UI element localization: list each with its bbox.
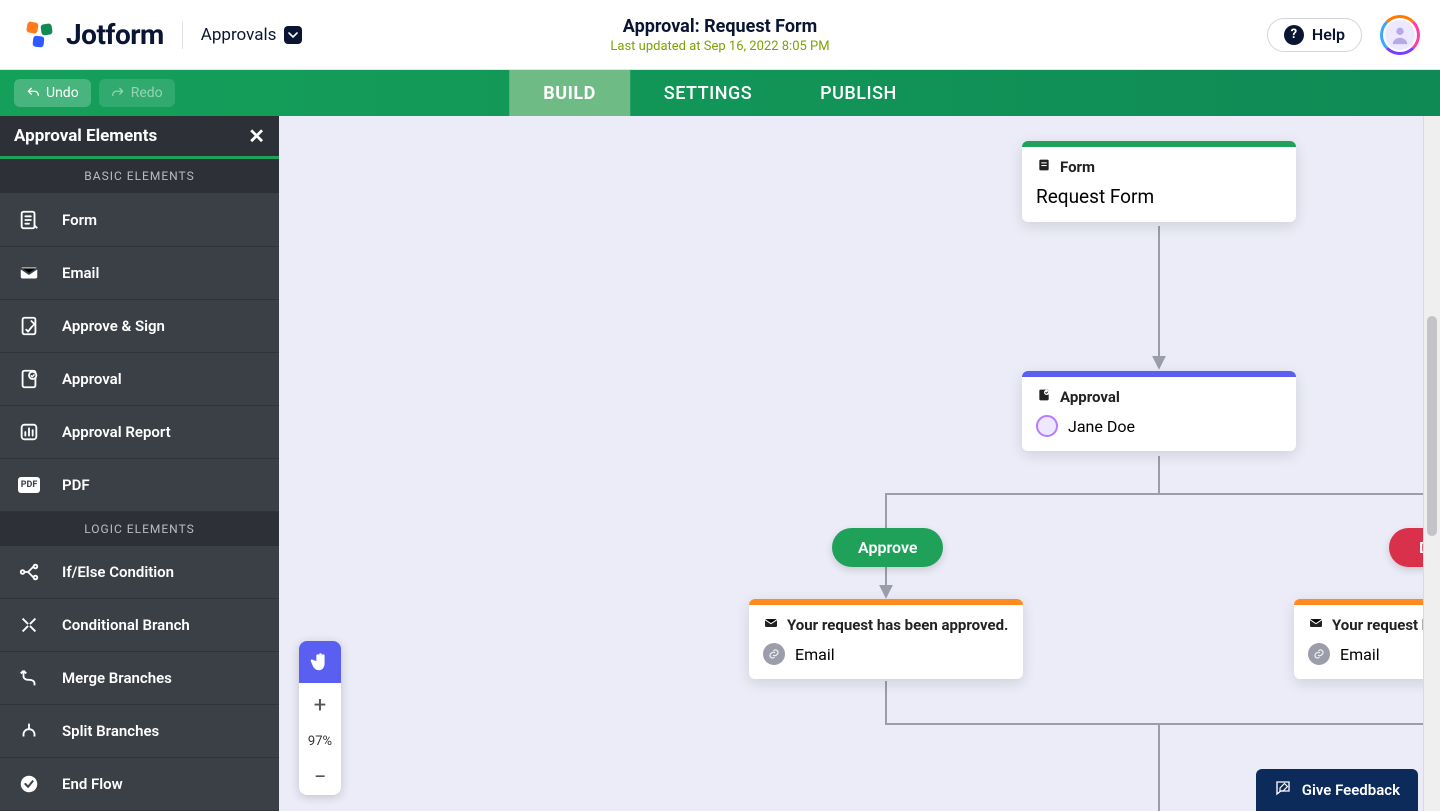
page-subtitle: Last updated at Sep 16, 2022 8:05 PM — [610, 39, 829, 54]
email-chip: Email — [795, 645, 835, 664]
user-avatar[interactable] — [1380, 15, 1420, 55]
redo-label: Redo — [131, 85, 163, 101]
feedback-icon — [1274, 779, 1292, 801]
sidebar-item-if-else[interactable]: If/Else Condition — [0, 546, 279, 599]
zoom-out-button[interactable]: − — [299, 759, 341, 795]
sidebar-item-pdf[interactable]: PDF PDF — [0, 459, 279, 512]
scrollbar-thumb[interactable] — [1427, 316, 1437, 536]
badge-approve[interactable]: Approve — [832, 528, 943, 567]
tab-settings[interactable]: SETTINGS — [630, 70, 786, 116]
divider — [182, 21, 183, 49]
sidebar-title: Approval Elements — [14, 126, 157, 146]
node-approval[interactable]: Approval Jane Doe — [1022, 371, 1296, 451]
split-icon — [16, 718, 42, 744]
feedback-button[interactable]: Give Feedback — [1256, 769, 1418, 811]
header-center: Approval: Request Form Last updated at S… — [610, 16, 829, 54]
assignee-avatar-icon — [1036, 415, 1058, 437]
link-icon — [763, 643, 785, 665]
sidebar-item-label: Approval — [62, 370, 122, 388]
redo-button[interactable]: Redo — [99, 79, 175, 107]
end-flow-icon — [16, 771, 42, 797]
help-button[interactable]: ? Help — [1267, 18, 1362, 52]
sidebar-item-approve-sign[interactable]: Approve & Sign — [0, 300, 279, 353]
form-icon — [1036, 157, 1052, 177]
avatar-icon — [1385, 20, 1415, 50]
form-icon — [16, 207, 42, 233]
approval-icon — [1036, 387, 1052, 407]
sidebar-item-email[interactable]: Email — [0, 247, 279, 300]
sidebar-item-approval-report[interactable]: Approval Report — [0, 406, 279, 459]
help-label: Help — [1312, 25, 1345, 44]
email-icon — [763, 615, 779, 635]
sidebar-item-conditional-branch[interactable]: Conditional Branch — [0, 599, 279, 652]
undo-label: Undo — [46, 85, 79, 101]
email-icon — [16, 260, 42, 286]
sidebar-item-label: If/Else Condition — [62, 563, 174, 581]
sidebar: Approval Elements ✕ BASIC ELEMENTS Form … — [0, 116, 279, 811]
sidebar-header: Approval Elements ✕ — [0, 116, 279, 159]
email-subject: Your request has been approved. — [787, 616, 1008, 634]
node-email-approved[interactable]: Your request has been approved. Email — [749, 599, 1023, 679]
zoom-level: 97% — [299, 723, 341, 759]
logo-text: Jotform — [66, 18, 164, 51]
canvas[interactable]: Form Request Form Approval Jane Doe Appr… — [279, 116, 1440, 811]
sidebar-item-merge-branches[interactable]: Merge Branches — [0, 652, 279, 705]
approval-icon — [16, 366, 42, 392]
email-subject: Your request ha — [1332, 616, 1438, 634]
sidebar-item-end-flow[interactable]: End Flow — [0, 758, 279, 811]
report-icon — [16, 419, 42, 445]
main: Approval Elements ✕ BASIC ELEMENTS Form … — [0, 116, 1440, 811]
node-type: Approval — [1060, 388, 1120, 406]
sidebar-item-label: PDF — [62, 476, 90, 494]
sidebar-item-label: Email — [62, 264, 99, 282]
section-basic: BASIC ELEMENTS — [0, 159, 279, 193]
link-icon — [1308, 643, 1330, 665]
sidebar-item-label: Split Branches — [62, 722, 159, 740]
sidebar-item-label: End Flow — [62, 775, 123, 793]
email-chip: Email — [1340, 645, 1380, 664]
chevron-down-icon — [284, 26, 302, 44]
feedback-label: Give Feedback — [1302, 781, 1400, 799]
top-header: Jotform Approvals Approval: Request Form… — [0, 0, 1440, 70]
help-icon: ? — [1284, 25, 1304, 45]
sidebar-item-label: Conditional Branch — [62, 616, 190, 634]
sidebar-item-split-branches[interactable]: Split Branches — [0, 705, 279, 758]
assignee-name: Jane Doe — [1068, 417, 1135, 436]
sidebar-item-label: Form — [62, 211, 97, 229]
node-form[interactable]: Form Request Form — [1022, 141, 1296, 222]
sidebar-item-label: Merge Branches — [62, 669, 172, 687]
tab-build[interactable]: BUILD — [509, 70, 630, 116]
approve-sign-icon — [16, 313, 42, 339]
sidebar-item-label: Approve & Sign — [62, 317, 165, 335]
page-title: Approval: Request Form — [610, 16, 829, 37]
email-icon — [1308, 615, 1324, 635]
undo-button[interactable]: Undo — [14, 79, 91, 107]
sidebar-item-approval[interactable]: Approval — [0, 353, 279, 406]
pdf-icon: PDF — [16, 472, 42, 498]
section-logic: LOGIC ELEMENTS — [0, 512, 279, 546]
product-name: Approvals — [201, 25, 277, 45]
merge-icon — [16, 665, 42, 691]
tab-publish[interactable]: PUBLISH — [786, 70, 931, 116]
logo[interactable]: Jotform — [0, 18, 164, 51]
toolbar: Undo Redo BUILD SETTINGS PUBLISH — [0, 70, 1440, 116]
node-type: Form — [1060, 158, 1095, 176]
pan-tool-button[interactable] — [299, 641, 341, 683]
close-icon[interactable]: ✕ — [248, 124, 265, 148]
zoom-in-button[interactable]: + — [299, 687, 341, 723]
if-else-icon — [16, 559, 42, 585]
sidebar-item-form[interactable]: Form — [0, 193, 279, 246]
zoom-control: + 97% − — [299, 641, 341, 795]
sidebar-item-label: Approval Report — [62, 423, 171, 441]
node-title: Request Form — [1022, 177, 1296, 222]
product-switcher[interactable]: Approvals — [201, 25, 303, 45]
node-email-denied[interactable]: Your request ha Email — [1294, 599, 1440, 679]
logo-icon — [24, 19, 56, 51]
branch-icon — [16, 612, 42, 638]
